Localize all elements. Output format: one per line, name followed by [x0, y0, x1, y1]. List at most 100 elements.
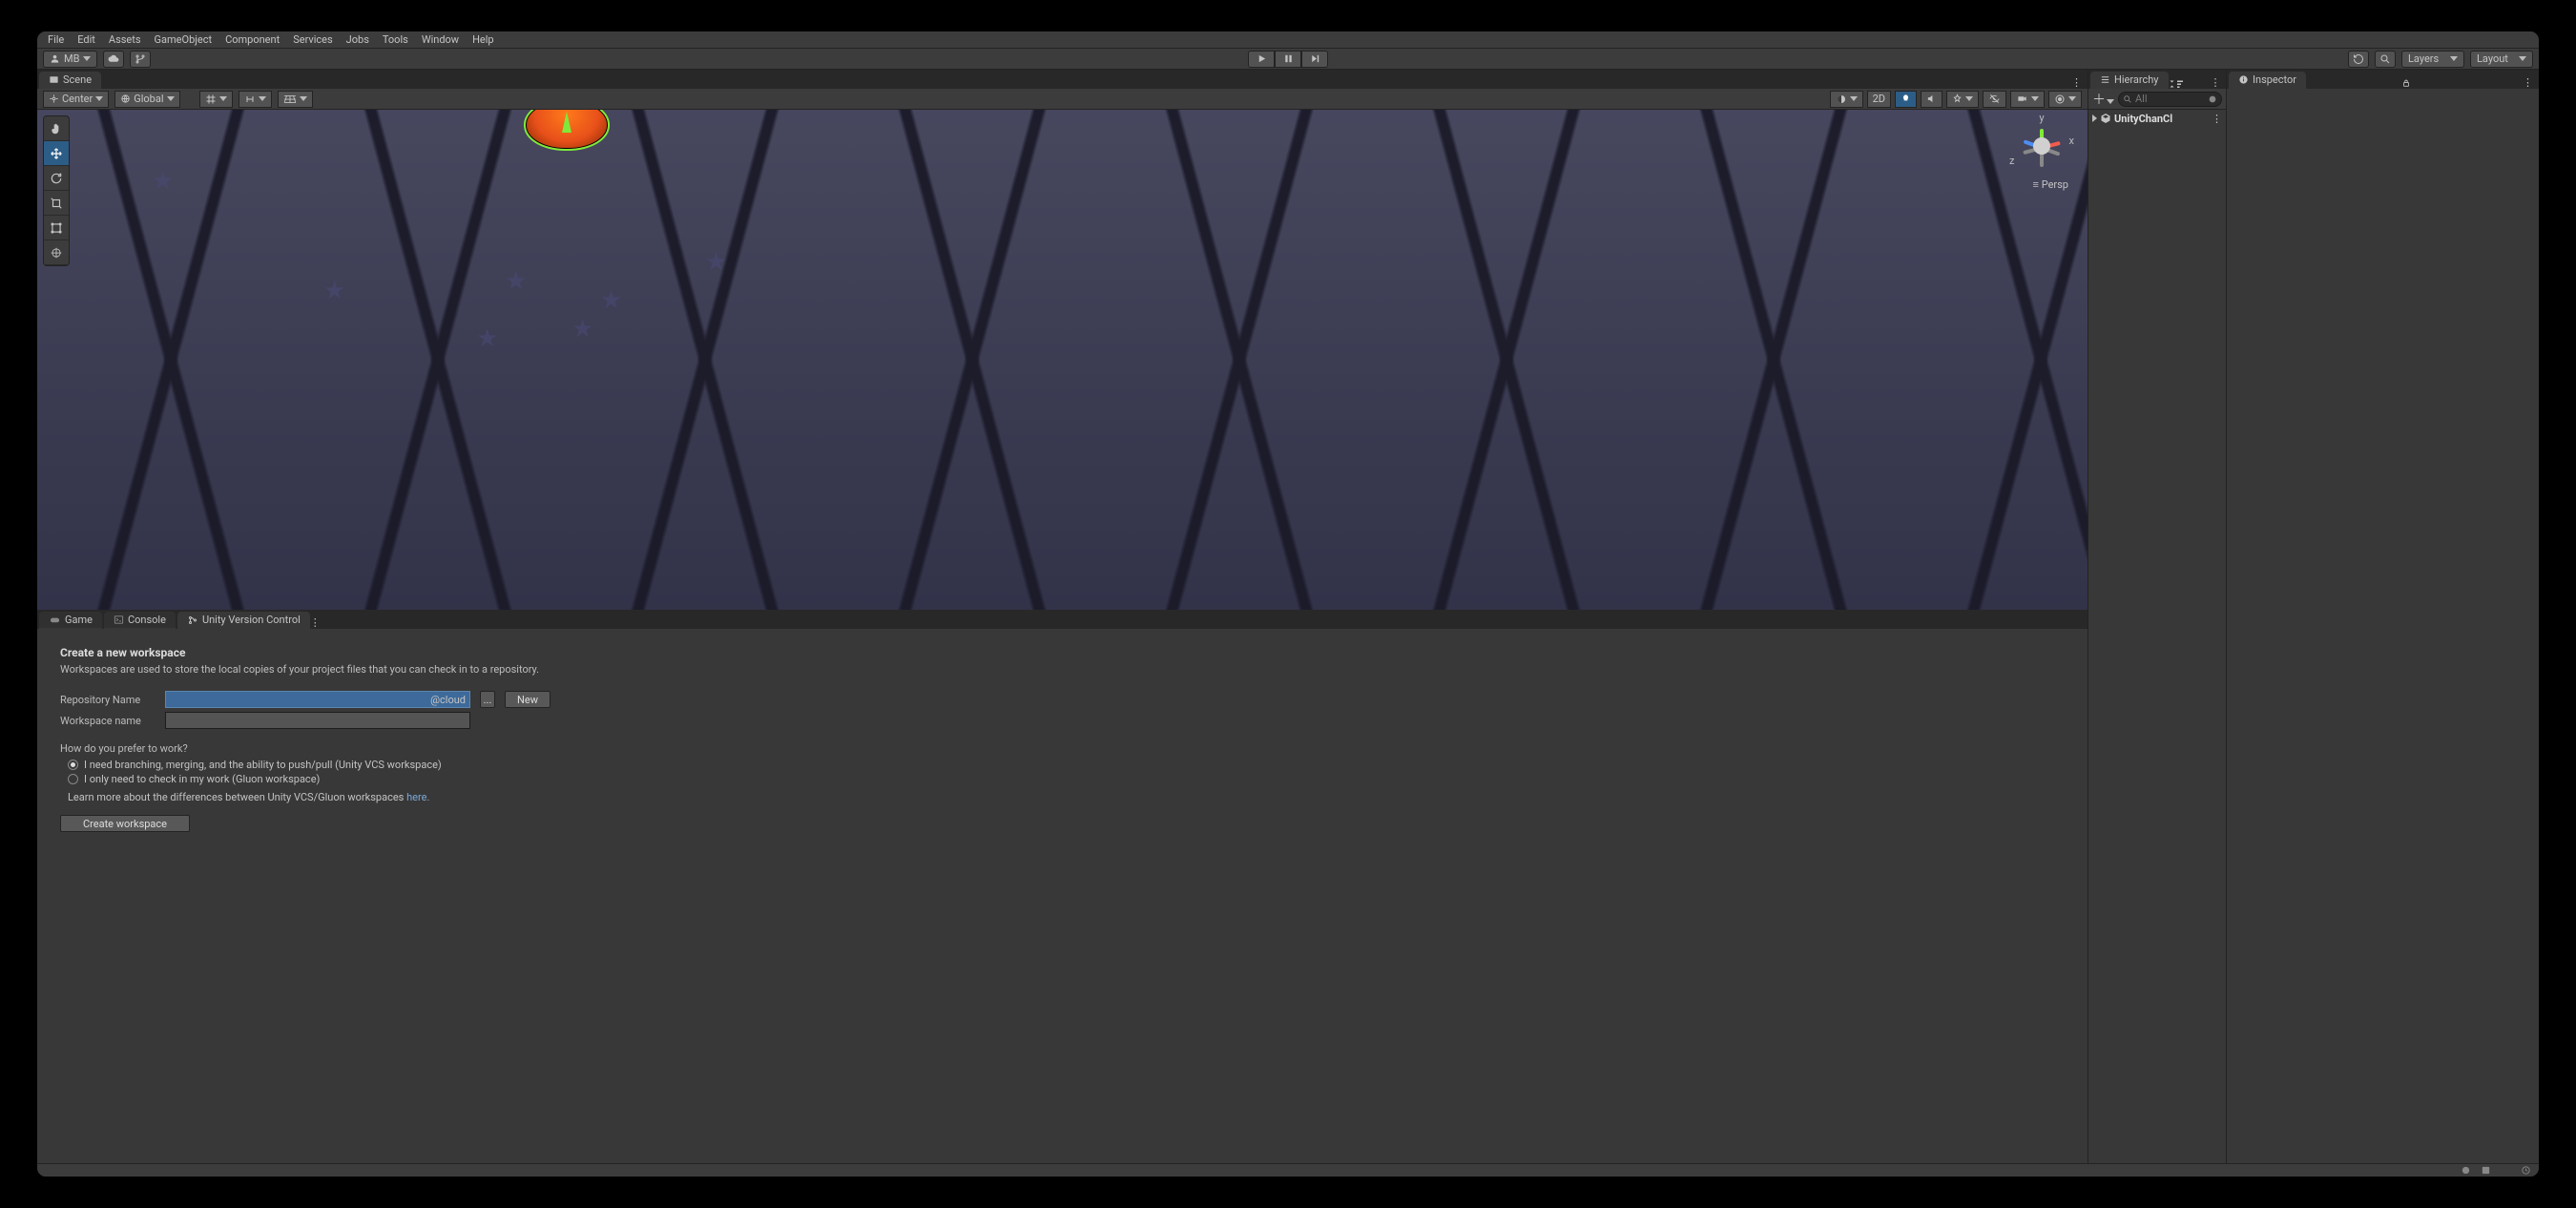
transform-tool[interactable]	[44, 240, 69, 265]
tab-inspector[interactable]: Inspector	[2229, 72, 2306, 89]
play-controls	[1248, 51, 1328, 68]
account-label: MB	[64, 52, 79, 65]
status-icon[interactable]	[2521, 1165, 2531, 1176]
snap-increment-button[interactable]	[239, 91, 272, 108]
camera-dropdown[interactable]	[2010, 91, 2045, 108]
gamepad-icon	[49, 614, 61, 625]
scene-star-decoration: ★	[476, 324, 505, 353]
scene-viewport[interactable]: ★ ★ ★ ★ ★ ★ ★	[37, 110, 2088, 610]
tab-console[interactable]: Console	[104, 612, 176, 629]
chevron-down-icon	[2068, 96, 2076, 101]
scene-tab-menu[interactable]: ⋮	[2071, 76, 2082, 89]
hierarchy-item-menu[interactable]: ⋮	[2212, 113, 2222, 125]
projection-label[interactable]: ≡ Persp	[2033, 178, 2068, 191]
menu-component[interactable]: Component	[218, 31, 286, 49]
visibility-toggle[interactable]	[1983, 91, 2006, 108]
inspector-lock-button[interactable]	[2401, 77, 2411, 89]
rect-tool[interactable]	[44, 216, 69, 240]
2d-toggle[interactable]: 2D	[1867, 91, 1891, 108]
status-icon[interactable]	[2481, 1165, 2491, 1176]
scale-icon	[50, 197, 63, 210]
orientation-dropdown[interactable]: Global	[114, 91, 179, 108]
chevron-down-icon	[95, 96, 103, 101]
draw-mode-dropdown[interactable]	[1830, 91, 1863, 108]
hierarchy-tab-menu[interactable]: ⋮	[2211, 76, 2221, 89]
menu-tools[interactable]: Tools	[376, 31, 415, 49]
layers-dropdown[interactable]: Layers	[2401, 51, 2464, 68]
menu-window[interactable]: Window	[415, 31, 466, 49]
cloud-button[interactable]	[103, 51, 124, 68]
pause-icon	[1283, 53, 1294, 64]
inspector-tabbar: Inspector ⋮	[2227, 70, 2539, 89]
rotate-tool[interactable]	[44, 166, 69, 191]
hierarchy-search-placeholder: All	[2135, 93, 2148, 105]
menu-services[interactable]: Services	[286, 31, 339, 49]
step-button[interactable]	[1301, 51, 1328, 68]
scale-tool[interactable]	[44, 191, 69, 216]
menu-file[interactable]: File	[41, 31, 71, 49]
gizmos-dropdown[interactable]	[2048, 91, 2082, 108]
new-repo-button[interactable]: New	[505, 691, 551, 708]
grid-icon	[205, 94, 217, 105]
expand-icon[interactable]	[2092, 115, 2097, 122]
scene-toolbar: Center Global 2D	[37, 89, 2088, 110]
tab-vcs-label: Unity Version Control	[202, 614, 301, 626]
menu-gameobject[interactable]: GameObject	[148, 31, 219, 49]
grid-visibility-button[interactable]	[278, 91, 313, 108]
radio-gluon-workspace[interactable]: I only need to check in my work (Gluon w…	[68, 773, 2065, 785]
undo-history-button[interactable]	[2348, 51, 2369, 68]
tab-inspector-label: Inspector	[2253, 73, 2296, 86]
learn-more-link[interactable]: here	[406, 791, 426, 803]
bottom-tab-menu[interactable]: ⋮	[310, 616, 321, 629]
play-button[interactable]	[1248, 51, 1275, 68]
scene-icon	[49, 74, 59, 85]
menu-jobs[interactable]: Jobs	[340, 31, 376, 49]
lighting-toggle[interactable]	[1895, 91, 1917, 108]
fx-toggle[interactable]	[1946, 91, 1979, 108]
vcs-toolbar-button[interactable]	[130, 51, 151, 68]
radio-vcs-workspace[interactable]: I need branching, merging, and the abili…	[68, 759, 2065, 771]
hand-tool[interactable]	[44, 116, 69, 141]
create-workspace-button[interactable]: Create workspace	[60, 815, 190, 832]
audio-toggle[interactable]	[1921, 91, 1942, 108]
menu-edit[interactable]: Edit	[71, 31, 102, 49]
tab-scene[interactable]: Scene	[39, 72, 101, 89]
menu-assets[interactable]: Assets	[102, 31, 148, 49]
status-icon[interactable]	[2501, 1165, 2511, 1176]
pivot-mode-dropdown[interactable]: Center	[43, 91, 109, 108]
history-icon	[2353, 53, 2364, 65]
gizmo-x-label: x	[2069, 135, 2074, 147]
grid-snap-button[interactable]	[199, 91, 233, 108]
layout-dropdown[interactable]: Layout	[2470, 51, 2533, 68]
tab-vcs[interactable]: Unity Version Control	[177, 612, 310, 629]
browse-repo-button[interactable]: ...	[480, 691, 495, 708]
main-toolbar: MB Laye	[37, 49, 2539, 70]
repo-name-input[interactable]	[165, 691, 470, 708]
hand-icon	[50, 122, 63, 135]
hierarchy-search[interactable]: All	[2118, 92, 2222, 107]
gizmo-z-label: z	[2009, 155, 2014, 167]
global-search-button[interactable]	[2375, 51, 2396, 68]
rotate-icon	[50, 172, 63, 185]
hierarchy-root-item[interactable]: UnityChanCl ⋮	[2088, 110, 2226, 127]
status-bar	[37, 1163, 2539, 1177]
scene-column: Scene ⋮ Center Global	[37, 70, 2088, 1163]
pause-button[interactable]	[1275, 51, 1301, 68]
hierarchy-tabbar: Hierarchy ⋮	[2088, 70, 2226, 89]
menu-help[interactable]: Help	[466, 31, 501, 49]
hierarchy-sort-button[interactable]	[2169, 79, 2188, 89]
account-dropdown[interactable]: MB	[43, 51, 97, 68]
scene-star-decoration: ★	[705, 248, 734, 277]
vcs-title: Create a new workspace	[60, 646, 2065, 659]
inspector-tab-menu[interactable]: ⋮	[2523, 76, 2533, 89]
tab-hierarchy[interactable]: Hierarchy	[2090, 72, 2169, 89]
status-icon[interactable]	[2461, 1165, 2471, 1176]
hierarchy-add-button[interactable]: ＋	[2092, 90, 2114, 109]
globe-icon	[120, 94, 131, 104]
tab-game[interactable]: Game	[39, 612, 102, 629]
learn-more-prefix: Learn more about the differences between…	[68, 791, 406, 803]
move-tool[interactable]	[44, 141, 69, 166]
chevron-down-icon	[1965, 96, 1973, 101]
orientation-gizmo[interactable]: y x z	[2013, 117, 2070, 175]
workspace-name-input[interactable]	[165, 712, 470, 729]
